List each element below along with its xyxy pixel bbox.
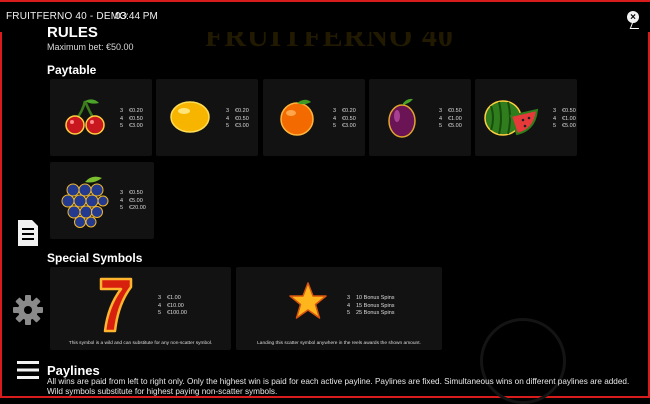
wild-pays: 3 €1.00 4 €10.00 5 €100.00 <box>158 295 187 316</box>
grapes-icon <box>61 176 109 228</box>
paytable-pays: 3 €0.50 4 €1.00 5 €5.00 <box>553 108 576 129</box>
paytable-pays: 3 €0.50 4 €1.00 5 €5.00 <box>439 108 462 129</box>
paytable-card-cherry: 3 €0.20 4 €0.50 5 €3.00 <box>50 79 152 156</box>
paytable-pays: 3 €0.50 4 €5.00 5 €20.00 <box>120 190 146 211</box>
watermelon-icon <box>484 100 539 136</box>
special-card-wild: 3 €1.00 4 €10.00 5 €100.00 This symbol is a… <box>50 267 231 350</box>
paylines-text: All wins are paid from left to right onl… <box>47 377 630 396</box>
menu-icon[interactable] <box>16 359 40 381</box>
plum-icon <box>388 98 416 138</box>
max-bet-text: Maximum bet: €50.00 <box>47 42 134 52</box>
document-icon[interactable] <box>16 218 40 248</box>
gear-icon[interactable] <box>12 294 44 326</box>
paytable-card-watermelon: 3 €0.50 4 €1.00 5 €5.00 <box>475 79 577 156</box>
paylines-title: Paylines <box>47 363 100 378</box>
paytable-card-plum: 3 €0.50 4 €1.00 5 €5.00 <box>369 79 471 156</box>
wild-description: This symbol is a wild and can substitute… <box>68 341 213 346</box>
cherry-icon <box>65 99 105 135</box>
paytable-card-lemon: 3 €0.20 4 €0.50 5 €3.00 <box>156 79 258 156</box>
seven-wild-icon <box>99 277 133 333</box>
special-card-scatter: 3 10 Bonus Spins 4 15 Bonus Spins 5 25 Bonu… <box>236 267 442 350</box>
special-symbols-title: Special Symbols <box>47 251 143 265</box>
scatter-pays: 3 10 Bonus Spins 4 15 Bonus Spins 5 25 Bonu… <box>347 295 395 316</box>
page-title: RULES <box>47 24 98 41</box>
scatter-description: Landing this scatter symbol anywhere in … <box>257 341 421 346</box>
paytable-pays: 3 €0.20 4 €0.50 5 €3.00 <box>333 108 356 129</box>
lemon-icon <box>170 101 210 133</box>
paytable-pays: 3 €0.20 4 €0.50 5 €3.00 <box>120 108 143 129</box>
game-title: FRUITFERNO 40 - DEMO <box>6 11 128 22</box>
paytable-card-orange: 3 €0.20 4 €0.50 5 €3.00 <box>263 79 365 156</box>
star-scatter-icon <box>289 282 327 319</box>
paytable-title: Paytable <box>47 63 97 77</box>
paytable-card-grapes: 3 €0.50 4 €5.00 5 €20.00 <box>50 162 154 239</box>
clock: 03:44 PM <box>115 11 158 22</box>
orange-icon <box>280 99 314 136</box>
paytable-pays: 3 €0.20 4 €0.50 5 €3.00 <box>226 108 249 129</box>
